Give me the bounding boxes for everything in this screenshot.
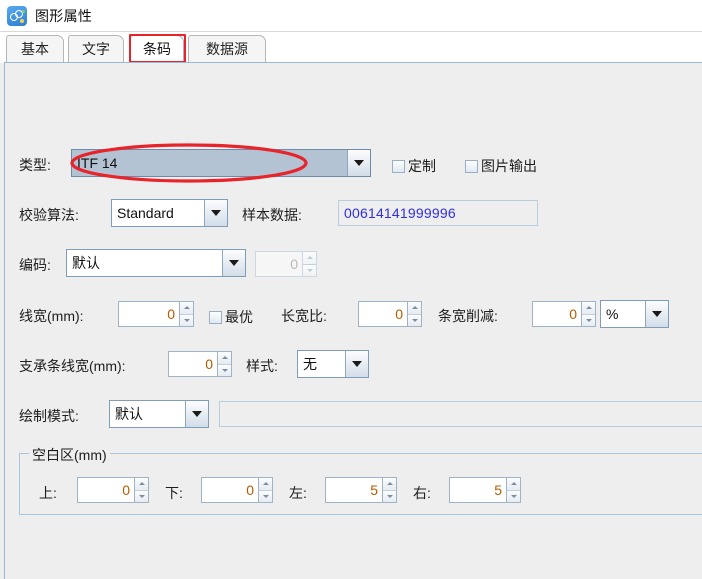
type-label: 类型: (19, 157, 51, 173)
tab-strip: 基本 文字 条码 数据源 (0, 32, 702, 63)
spinner-down-icon[interactable] (383, 489, 396, 502)
draw-mode-label: 绘制模式: (19, 408, 79, 424)
line-width-value[interactable]: 0 (118, 301, 179, 327)
bar-width-reduction-value[interactable]: 0 (532, 301, 581, 327)
spinner-down-icon[interactable] (259, 489, 272, 502)
draw-mode-value: 默认 (115, 406, 143, 422)
quiet-zone-left-value[interactable]: 5 (325, 477, 382, 503)
checkbox-box[interactable] (209, 310, 222, 324)
quiet-zone-right-value[interactable]: 5 (449, 477, 506, 503)
tab-basic[interactable]: 基本 (6, 35, 64, 62)
sample-data-field[interactable]: 00614141999996 (338, 200, 538, 226)
title-bar: 图形属性 (0, 0, 702, 32)
app-icon (7, 5, 27, 26)
quiet-zone-title: 空白区(mm) (29, 445, 110, 465)
custom-checkbox[interactable]: 定制 (392, 156, 436, 176)
draw-mode-readonly-field (219, 401, 702, 427)
optimal-checkbox-label: 最优 (225, 309, 253, 325)
spinner-down-icon[interactable] (507, 489, 520, 502)
encoding-spinner: 0 (255, 251, 317, 277)
spinner-up-icon[interactable] (180, 302, 193, 314)
chevron-down-icon[interactable] (347, 150, 370, 176)
image-output-checkbox-label: 图片输出 (481, 158, 537, 174)
bearer-bar-width-value[interactable]: 0 (168, 351, 217, 377)
spinner-up-icon[interactable] (135, 478, 148, 490)
quiet-zone-bottom-value[interactable]: 0 (201, 477, 258, 503)
checksum-value: Standard (117, 205, 174, 221)
quiet-zone-top-label: 上: (39, 485, 57, 501)
draw-mode-combobox[interactable]: 默认 (109, 400, 209, 428)
encoding-spinner-value: 0 (255, 251, 302, 277)
tab-datasource[interactable]: 数据源 (188, 35, 266, 62)
encoding-combobox[interactable]: 默认 (66, 249, 246, 277)
checkbox-box[interactable] (465, 159, 478, 173)
graphic-properties-dialog: 图形属性 基本 文字 条码 数据源 类型: ITF 14 定制 图片输出 校验算… (0, 0, 702, 579)
encoding-value: 默认 (72, 255, 100, 271)
spinner-down-icon[interactable] (135, 489, 148, 502)
bearer-style-value: 无 (303, 356, 317, 372)
quiet-zone-left-label: 左: (289, 485, 307, 501)
bearer-style-combobox[interactable]: 无 (297, 350, 369, 378)
quiet-zone-left-spinner[interactable]: 5 (325, 477, 397, 503)
type-value: ITF 14 (72, 150, 347, 176)
quiet-zone-top-spinner[interactable]: 0 (77, 477, 149, 503)
bar-width-reduction-spinner[interactable]: 0 (532, 301, 596, 327)
line-width-label: 线宽(mm): (19, 308, 84, 324)
spinner-down-icon[interactable] (582, 313, 595, 326)
bar-width-unit-combobox[interactable]: % (600, 300, 669, 328)
spinner-up-icon[interactable] (507, 478, 520, 490)
aspect-ratio-spinner[interactable]: 0 (358, 301, 422, 327)
bearer-style-label: 样式: (246, 358, 278, 374)
custom-checkbox-label: 定制 (408, 158, 436, 174)
quiet-zone-bottom-spinner[interactable]: 0 (201, 477, 273, 503)
optimal-checkbox[interactable]: 最优 (209, 307, 253, 327)
aspect-ratio-value[interactable]: 0 (358, 301, 407, 327)
spinner-down-icon[interactable] (180, 313, 193, 326)
line-width-spinner[interactable]: 0 (118, 301, 194, 327)
encoding-label: 编码: (19, 257, 51, 273)
spinner-up-icon[interactable] (218, 352, 231, 364)
chevron-down-icon[interactable] (222, 250, 245, 276)
chevron-down-icon[interactable] (185, 401, 208, 427)
spinner-up-icon (303, 252, 316, 264)
sample-data-label: 样本数据: (242, 207, 302, 223)
checkbox-box[interactable] (392, 159, 405, 173)
spinner-up-icon[interactable] (582, 302, 595, 314)
chevron-down-icon[interactable] (345, 351, 368, 377)
checksum-label: 校验算法: (19, 207, 79, 223)
bar-width-reduction-label: 条宽削减: (438, 308, 498, 324)
quiet-zone-right-label: 右: (413, 485, 431, 501)
bearer-bar-width-spinner[interactable]: 0 (168, 351, 232, 377)
quiet-zone-top-value[interactable]: 0 (77, 477, 134, 503)
spinner-up-icon[interactable] (408, 302, 421, 314)
spinner-down-icon[interactable] (408, 313, 421, 326)
barcode-settings-panel: 类型: ITF 14 定制 图片输出 校验算法: Standard 样本数据: … (4, 62, 702, 579)
spinner-down-icon[interactable] (218, 363, 231, 376)
bearer-bar-width-label: 支承条线宽(mm): (19, 358, 126, 374)
bar-width-unit-value: % (606, 306, 619, 322)
spinner-down-icon (303, 263, 316, 276)
type-combobox[interactable]: ITF 14 (71, 149, 371, 177)
tab-barcode[interactable]: 条码 (130, 35, 184, 62)
quiet-zone-bottom-label: 下: (165, 485, 183, 501)
tab-text[interactable]: 文字 (68, 35, 124, 62)
chevron-down-icon[interactable] (645, 301, 668, 327)
spinner-up-icon[interactable] (259, 478, 272, 490)
image-output-checkbox[interactable]: 图片输出 (465, 156, 537, 176)
chevron-down-icon[interactable] (204, 200, 227, 226)
spinner-up-icon[interactable] (383, 478, 396, 490)
quiet-zone-right-spinner[interactable]: 5 (449, 477, 521, 503)
window-title: 图形属性 (35, 7, 93, 24)
checksum-combobox[interactable]: Standard (111, 199, 228, 227)
aspect-ratio-label: 长宽比: (281, 308, 327, 324)
